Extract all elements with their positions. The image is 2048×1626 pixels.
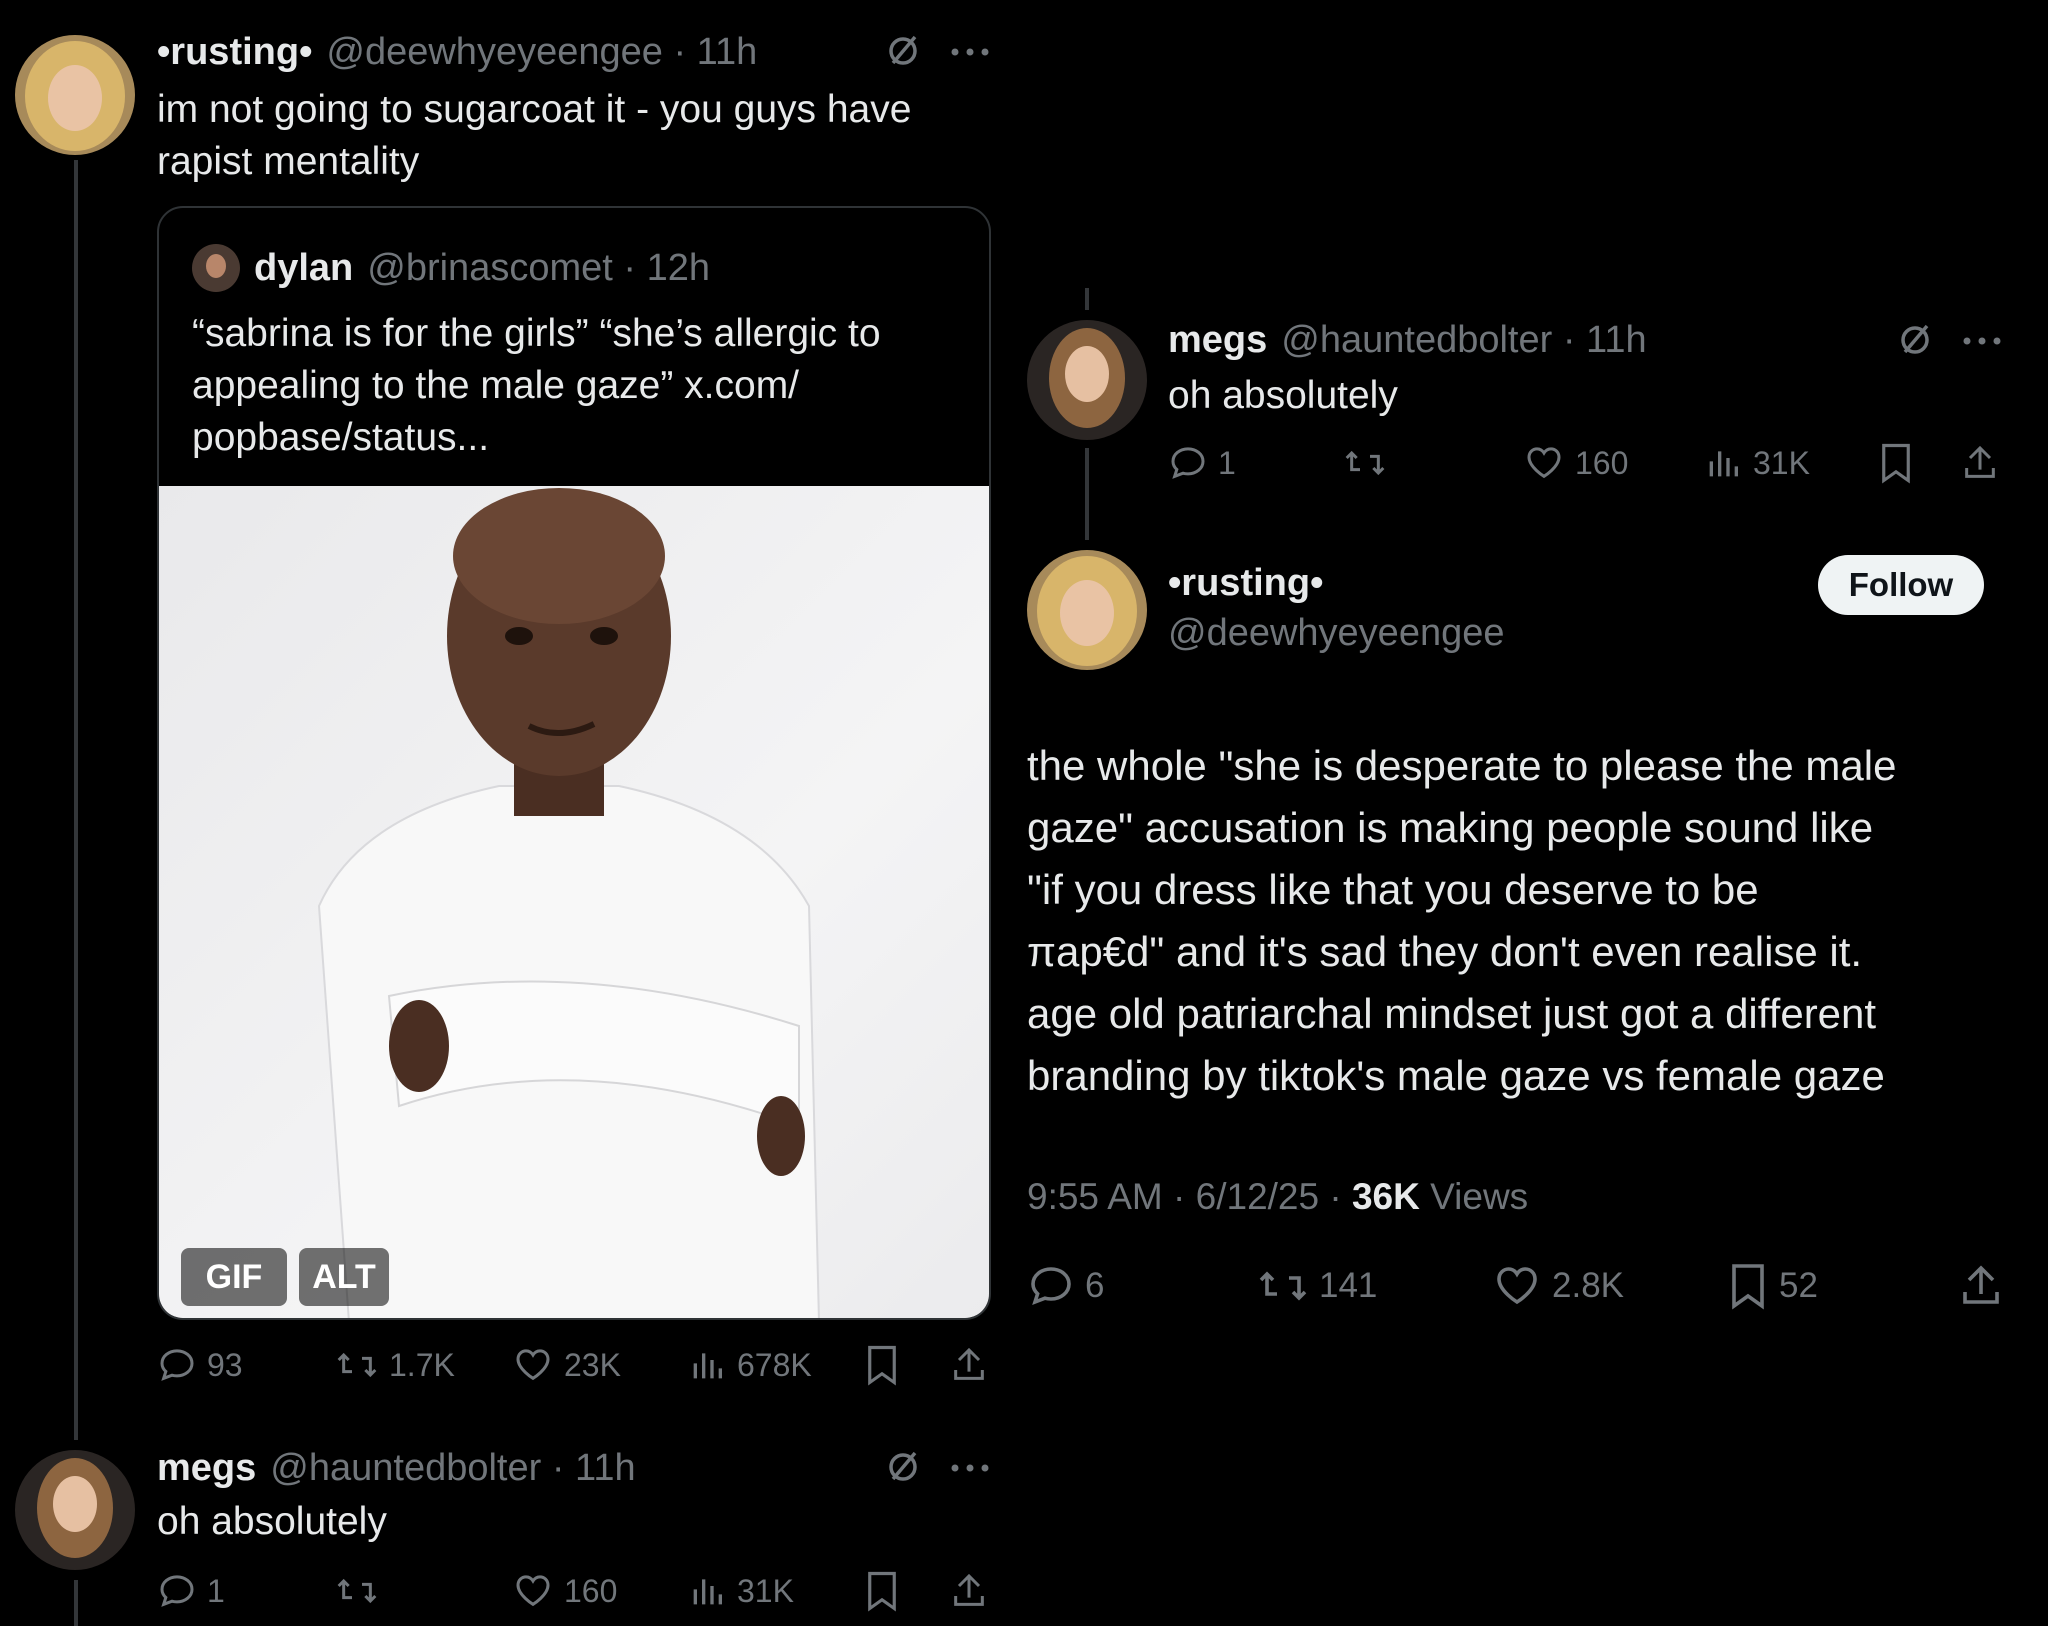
thread-connector xyxy=(74,160,78,1440)
tweet-text: im not going to sugarcoat it - you guys … xyxy=(157,88,912,183)
reply-icon xyxy=(157,1571,197,1611)
quote-card[interactable]: dylan @brinascomet · 12h “sabrina is for… xyxy=(157,206,991,1320)
share-icon[interactable] xyxy=(949,1344,989,1386)
display-name[interactable]: •rusting• xyxy=(1168,562,1323,605)
like-button[interactable]: 2.8K xyxy=(1492,1262,1624,1310)
repost-icon xyxy=(335,1345,379,1385)
person-figure xyxy=(317,488,820,1318)
views-button[interactable]: 31K xyxy=(687,1571,794,1611)
repost-icon xyxy=(1257,1262,1309,1310)
handle-time[interactable]: @deewhyeyeengee · 11h xyxy=(326,31,757,74)
views-icon xyxy=(687,1571,727,1611)
heart-icon xyxy=(512,1571,554,1611)
reply-button[interactable]: 1 xyxy=(157,1571,225,1611)
thread-connector xyxy=(74,1580,78,1626)
reply-text: oh absolutely xyxy=(157,1500,387,1543)
thread-connector xyxy=(1085,448,1089,540)
reply-button[interactable]: 6 xyxy=(1027,1262,1104,1310)
tweet-header: •rusting• @deewhyeyeengee · 11h xyxy=(157,30,757,74)
reply-header: megs @hauntedbolter · 11h xyxy=(157,1446,636,1490)
repost-icon[interactable] xyxy=(335,1571,379,1611)
repost-icon[interactable] xyxy=(1343,443,1387,483)
repost-button[interactable]: 1.7K xyxy=(335,1345,455,1385)
repost-button[interactable]: 141 xyxy=(1257,1262,1377,1310)
views-button[interactable]: 678K xyxy=(687,1345,812,1385)
gif-media[interactable]: GIF ALT xyxy=(159,486,989,1318)
handle-time[interactable]: @hauntedbolter · 11h xyxy=(1281,319,1646,362)
bookmark-button[interactable]: 52 xyxy=(1727,1262,1818,1310)
more-icon[interactable] xyxy=(1962,337,2002,345)
share-icon[interactable] xyxy=(949,1570,989,1612)
like-button[interactable]: 23K xyxy=(512,1345,621,1385)
share-icon[interactable] xyxy=(1960,442,2000,484)
quote-text: “sabrina is for the girls” “she’s allerg… xyxy=(192,312,881,459)
bookmark-icon[interactable] xyxy=(864,1344,900,1386)
views-icon xyxy=(687,1345,727,1385)
grok-icon[interactable] xyxy=(885,1449,921,1485)
reply-icon xyxy=(1027,1262,1075,1310)
heart-icon xyxy=(1523,443,1565,483)
alt-badge[interactable]: ALT xyxy=(299,1248,389,1306)
like-button[interactable]: 160 xyxy=(512,1571,617,1611)
tweet-text: the whole "she is desperate to please th… xyxy=(1027,742,1897,1099)
bookmark-icon xyxy=(1727,1262,1769,1310)
handle[interactable]: @deewhyeyeengee xyxy=(1168,612,1505,655)
like-button[interactable]: 160 xyxy=(1523,443,1628,483)
reply-button[interactable]: 1 xyxy=(1168,443,1236,483)
avatar[interactable] xyxy=(1027,550,1147,670)
reply-header: megs @hauntedbolter · 11h xyxy=(1168,318,1647,362)
handle-time[interactable]: @hauntedbolter · 11h xyxy=(270,1447,635,1490)
timestamp-line: 9:55 AM · 6/12/25 · 36K Views xyxy=(1027,1176,1528,1218)
grok-icon[interactable] xyxy=(1897,322,1933,358)
views-count: 36K xyxy=(1351,1176,1420,1217)
views-icon xyxy=(1703,443,1743,483)
reply-icon xyxy=(1168,443,1208,483)
handle-time: @brinascomet · 12h xyxy=(367,246,710,289)
avatar xyxy=(192,244,240,292)
share-icon[interactable] xyxy=(1957,1262,2005,1310)
display-name: dylan xyxy=(254,246,354,289)
heart-icon xyxy=(1492,1262,1542,1310)
views-label: Views xyxy=(1419,1176,1529,1217)
display-name[interactable]: megs xyxy=(1168,319,1267,362)
reply-button[interactable]: 93 xyxy=(157,1345,243,1385)
avatar[interactable] xyxy=(15,1450,135,1570)
timestamp[interactable]: 9:55 AM · 6/12/25 · xyxy=(1027,1176,1352,1217)
more-icon[interactable] xyxy=(950,48,990,56)
gif-badge: GIF xyxy=(181,1248,287,1306)
heart-icon xyxy=(512,1345,554,1385)
views-button[interactable]: 31K xyxy=(1703,443,1810,483)
display-name[interactable]: megs xyxy=(157,1447,256,1490)
quote-header: dylan @brinascomet · 12h xyxy=(254,244,710,292)
avatar[interactable] xyxy=(1027,320,1147,440)
more-icon[interactable] xyxy=(950,1464,990,1472)
grok-icon[interactable] xyxy=(885,33,921,69)
bookmark-icon[interactable] xyxy=(1878,442,1914,484)
bookmark-icon[interactable] xyxy=(864,1570,900,1612)
follow-button[interactable]: Follow xyxy=(1818,555,1984,615)
reply-text: oh absolutely xyxy=(1168,374,1398,417)
avatar[interactable] xyxy=(15,35,135,155)
display-name[interactable]: •rusting• xyxy=(157,31,312,74)
reply-icon xyxy=(157,1345,197,1385)
thread-connector xyxy=(1085,288,1089,310)
